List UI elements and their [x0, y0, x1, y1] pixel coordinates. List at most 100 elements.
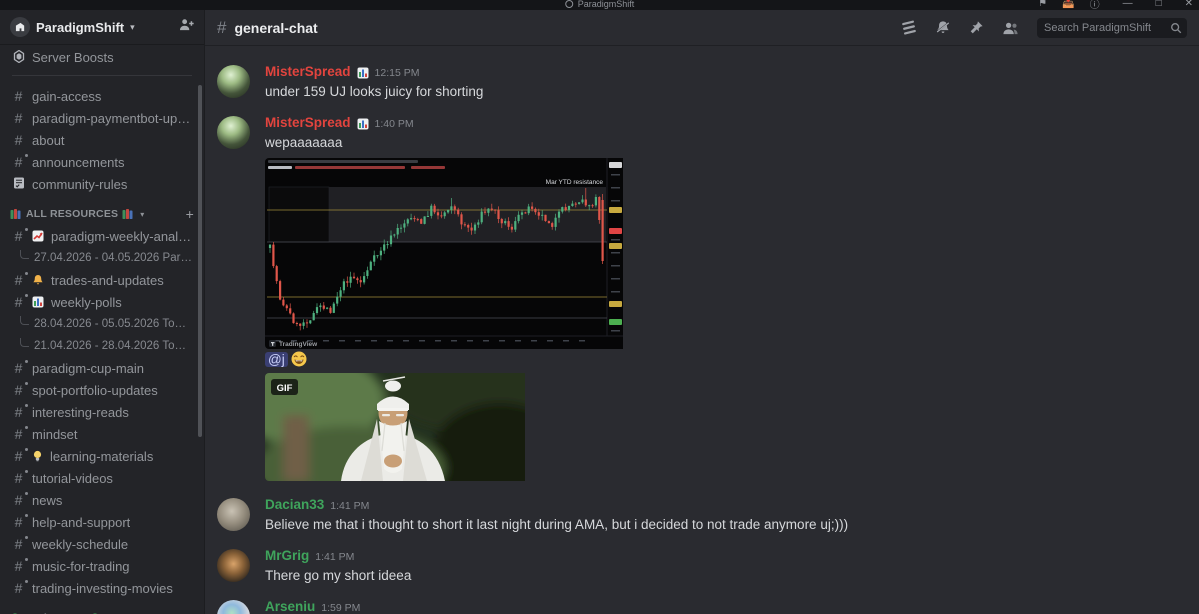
hash-thread-icon: # — [12, 382, 28, 397]
thread-item[interactable]: 28.04.2026 - 05.05.2026 Top5 Altcoin... — [8, 313, 196, 335]
threads-icon[interactable] — [900, 20, 917, 35]
svg-text:TradingView: TradingView — [279, 341, 318, 348]
message-header: MisterSpread 12:15 PM — [265, 64, 1183, 81]
sidebar-item-paradigm-cup-main[interactable]: # paradigm-cup-main — [8, 357, 196, 379]
sidebar-item-trades-and-updates[interactable]: # trades-and-updates — [8, 269, 196, 291]
thread-branch-icon — [20, 315, 29, 325]
sidebar-item-weekly-polls[interactable]: # weekly-polls — [8, 291, 196, 313]
category-label: ALL RESOURCES — [26, 208, 119, 220]
member-list-icon[interactable] — [1002, 21, 1019, 35]
sidebar-scrollbar[interactable] — [198, 85, 202, 437]
server-name: ParadigmShift — [36, 19, 125, 35]
message-text: Believe me that i thought to short it la… — [265, 517, 849, 532]
sidebar-item-trading-investing-movies[interactable]: # trading-investing-movies — [8, 577, 196, 599]
sidebar-item-announcements[interactable]: # announcements — [8, 151, 196, 173]
sidebar-item-tutorial-videos[interactable]: # tutorial-videos — [8, 467, 196, 489]
sidebar-item-weekly-schedule[interactable]: # weekly-schedule — [8, 533, 196, 555]
server-header[interactable]: ParadigmShift ▾ — [0, 10, 204, 45]
avatar[interactable] — [217, 65, 250, 98]
sidebar-item-music-for-trading[interactable]: # music-for-trading — [8, 555, 196, 577]
message-author[interactable]: Dacian33 — [265, 497, 324, 513]
svg-text:GIF: GIF — [277, 383, 293, 394]
message-header: Arseniu 1:59 PM — [265, 599, 1183, 614]
sidebar-item-learning-materials[interactable]: # learning-materials — [8, 445, 196, 467]
message-header: MrGrig 1:41 PM — [265, 548, 1183, 565]
notifications-muted-icon[interactable] — [935, 20, 951, 35]
category-basic-users[interactable]: Basic Users▾+ — [8, 607, 196, 614]
message-text: @j — [265, 351, 1183, 369]
avatar[interactable] — [217, 549, 250, 582]
rules-icon — [12, 177, 25, 191]
server-icon — [10, 17, 30, 37]
minimize-button[interactable]: — — [1123, 0, 1133, 9]
window-titlebar: ParadigmShift ⚑ 📥 ⓘ — □ ✕ — [0, 0, 1199, 10]
bookmark-icon[interactable]: ⚑ — [1038, 0, 1047, 9]
hash-thread-icon: # — [12, 536, 28, 551]
message-author[interactable]: MisterSpread — [265, 64, 351, 80]
invite-members-icon[interactable] — [179, 18, 194, 36]
chat-panel: # general-chat Search ParadigmShift Mist… — [205, 10, 1199, 614]
user-mention[interactable]: @j — [265, 352, 288, 367]
pinned-messages-icon[interactable] — [969, 20, 984, 35]
create-channel-button[interactable]: + — [186, 206, 194, 222]
sidebar-item-mindset[interactable]: # mindset — [8, 423, 196, 445]
hash-thread-icon: # — [12, 426, 28, 441]
sidebar-item-server-boosts[interactable]: Server Boosts — [8, 46, 196, 68]
sidebar-item-gain-access[interactable]: # gain-access — [8, 85, 196, 107]
channel-label: Server Boosts — [32, 49, 114, 65]
sidebar-item-paradigm-weekly-analysis[interactable]: # paradigm-weekly-analysis — [8, 225, 196, 247]
message-text: wepaaaaaaa — [265, 135, 343, 150]
sidebar-item-help-and-support[interactable]: # help-and-support — [8, 511, 196, 533]
message: MisterSpread 1:40 PM wepaaaaaaa Mar YTD res… — [205, 113, 1199, 485]
thread-item[interactable]: 27.04.2026 - 04.05.2026 Paradigm We... — [8, 247, 196, 269]
inbox-icon[interactable]: 📥 — [1062, 0, 1074, 9]
channel-label: announcements — [32, 154, 125, 170]
message-timestamp: 1:41 PM — [315, 551, 355, 563]
hash-thread-icon: # — [12, 154, 28, 169]
books-icon — [10, 208, 22, 220]
channel-label: weekly-polls — [51, 294, 122, 310]
books-icon — [122, 208, 134, 220]
bar-chart-emoji — [357, 67, 369, 79]
channel-header: # general-chat — [205, 10, 1199, 46]
chevron-down-icon: ▾ — [140, 209, 145, 219]
thread-label: 27.04.2026 - 04.05.2026 Paradigm We... — [34, 252, 192, 264]
channel-label: spot-portfolio-updates — [32, 382, 158, 398]
avatar[interactable] — [217, 600, 250, 614]
channel-label: news — [32, 492, 63, 508]
sidebar-item-about[interactable]: # about — [8, 129, 196, 151]
sidebar-item-community-rules[interactable]: community-rules — [8, 173, 196, 195]
bulb-emoji — [32, 450, 43, 462]
avatar[interactable] — [217, 498, 250, 531]
category-all-resources[interactable]: ALL RESOURCES ▾ + — [8, 203, 196, 225]
maximize-button[interactable]: □ — [1156, 0, 1162, 9]
sidebar-item-news[interactable]: # news — [8, 489, 196, 511]
message: Arseniu1:59 PMShorted ahahhahha(edited) — [205, 597, 1199, 614]
avatar[interactable] — [217, 116, 250, 149]
message-timestamp: 12:15 PM — [374, 67, 420, 79]
bar-chart-emoji — [32, 296, 44, 308]
sidebar-item-spot-portfolio-updates[interactable]: # spot-portfolio-updates — [8, 379, 196, 401]
search-input[interactable] — [1037, 17, 1187, 38]
message-author[interactable]: Arseniu — [265, 599, 315, 614]
create-channel-button[interactable]: + — [186, 610, 194, 614]
thread-item[interactable]: 21.04.2026 - 28.04.2026 Top5 Altcoins... — [8, 335, 196, 357]
thread-label: 21.04.2026 - 28.04.2026 Top5 Altcoins... — [34, 340, 192, 352]
thread-branch-icon — [20, 249, 29, 259]
sidebar-item-interesting-reads[interactable]: # interesting-reads — [8, 401, 196, 423]
hash-icon: # — [14, 132, 23, 148]
channel-label: paradigm-cup-main — [32, 360, 144, 376]
chart-image-attachment[interactable]: Mar YTD resistance TradingView — [265, 158, 1183, 349]
gif-attachment[interactable]: GIF — [265, 373, 1183, 481]
message-author[interactable]: MisterSpread — [265, 115, 351, 131]
hash-icon: # — [14, 88, 23, 104]
sidebar-item-paradigm-paymentbot-updates[interactable]: # paradigm-paymentbot-updates — [8, 107, 196, 129]
close-button[interactable]: ✕ — [1185, 0, 1193, 9]
channel-hash-icon: # — [217, 17, 227, 37]
help-icon[interactable]: ⓘ — [1090, 0, 1100, 10]
message-author[interactable]: MrGrig — [265, 548, 309, 564]
window-title: ParadigmShift — [577, 0, 635, 9]
channel-label: mindset — [32, 426, 78, 442]
channel-label: music-for-trading — [32, 558, 130, 574]
hash-thread-icon: # — [12, 580, 28, 595]
